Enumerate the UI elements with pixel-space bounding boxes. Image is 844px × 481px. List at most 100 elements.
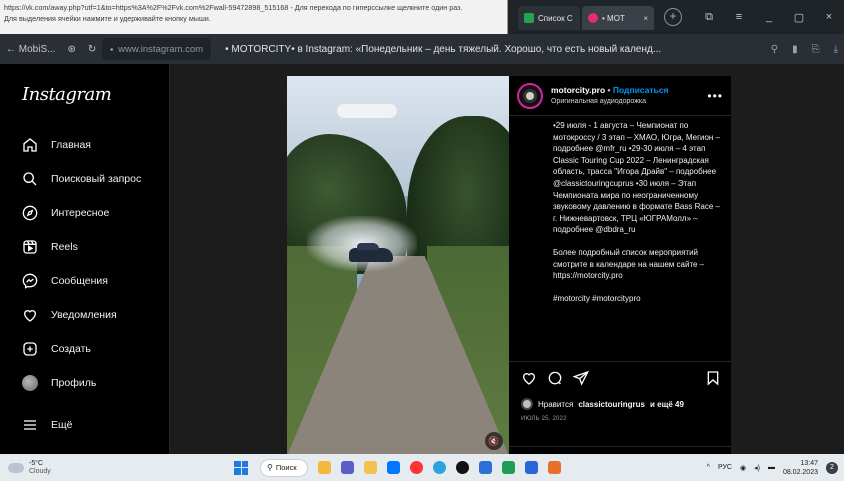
settings-icon[interactable]: ⊛ (61, 44, 81, 55)
photos-icon[interactable] (548, 461, 561, 474)
menu-icon[interactable]: ≡ (724, 11, 754, 23)
search-icon (23, 172, 37, 186)
author-username[interactable]: motorcity.pro (551, 85, 605, 95)
maximize-button[interactable]: ▢ (784, 11, 814, 24)
weather-text: -5°C Cloudy (29, 460, 51, 476)
post-panel: motorcity.pro • Подписаться Оригинальная… (509, 76, 731, 454)
back-button[interactable]: ← MobiS... (0, 44, 61, 55)
share-icon[interactable] (573, 370, 589, 386)
sidebar-item-label: Reels (51, 241, 78, 253)
vk-icon[interactable] (387, 461, 400, 474)
file-explorer-icon[interactable] (318, 461, 331, 474)
teams-icon[interactable] (341, 461, 354, 474)
tab-close-icon[interactable]: × (643, 14, 648, 23)
wifi-icon[interactable]: ◉ (740, 464, 746, 472)
author-info: motorcity.pro • Подписаться Оригинальная… (551, 84, 668, 108)
system-tray: ^ РУС ◉ ◂) ▬ 13:47 08.02.2023 2 (707, 459, 844, 477)
folder-icon[interactable] (364, 461, 377, 474)
sidebar-item-label: Главная (51, 139, 91, 151)
author-avatar[interactable] (517, 82, 543, 109)
bookmark-icon[interactable] (705, 370, 721, 386)
likes-line: Нравится classictouringrus и ещё 49 (521, 398, 721, 410)
post-overlay: 🔇 motorcity.pro • Подписаться Оригинальн… (170, 64, 844, 454)
bookmark-flag-icon[interactable]: ▮ (792, 44, 798, 55)
tab-search-icon[interactable]: ⧉ (694, 11, 724, 24)
collections-icon[interactable]: ⎘ (812, 44, 820, 55)
hamburger-icon (24, 420, 36, 430)
messenger-icon (22, 273, 38, 289)
taskbar: -5°C Cloudy ⚲ Поиск ^ РУС ◉ ◂) ▬ 13:47 0 (0, 454, 844, 481)
sidebar-item-home[interactable]: Главная (22, 137, 91, 153)
notification-badge[interactable]: 2 (826, 461, 838, 474)
new-tab-button[interactable]: + (664, 8, 682, 26)
sidebar-item-label: Сообщения (51, 275, 108, 287)
minimize-button[interactable]: _ (754, 11, 784, 23)
instagram-icon (588, 13, 598, 23)
post-date: ИЮЛЬ 25, 2022 (521, 416, 567, 422)
weather-widget[interactable]: -5°C Cloudy (0, 460, 200, 476)
liker-avatar (521, 398, 533, 410)
word-icon[interactable] (525, 461, 538, 474)
tab-label: • МОТ (602, 13, 625, 23)
reload-icon[interactable]: ↻ (82, 44, 102, 55)
sidebar-item-label: Создать (51, 343, 91, 355)
cloud-icon (8, 462, 24, 473)
excel-icon[interactable] (502, 461, 515, 474)
clock[interactable]: 13:47 08.02.2023 (783, 459, 818, 477)
close-window-button[interactable]: × (814, 11, 844, 23)
weather-temp: -5°C (29, 459, 44, 467)
key-icon[interactable]: ⚲ (771, 44, 778, 55)
likes-count[interactable]: и ещё 49 (650, 400, 684, 409)
url-field[interactable]: ▪ www.instagram.com (102, 38, 212, 60)
plus-square-icon (23, 342, 37, 356)
sidebar-item-label: Уведомления (51, 309, 117, 321)
sidebar-item-create[interactable]: Создать (22, 341, 91, 357)
sidebar-item-messages[interactable]: Сообщения (22, 273, 108, 289)
address-bar-actions: ⚲ ▮ ⎘ ⤓ (771, 44, 844, 55)
lock-icon: ▪ (110, 44, 114, 54)
post-header: motorcity.pro • Подписаться Оригинальная… (509, 76, 731, 116)
browser-titlebar: https://vk.com/away.php?utf=1&to=https%3… (0, 0, 844, 34)
language-indicator[interactable]: РУС (718, 464, 732, 471)
instagram-logo[interactable]: Instagram (22, 84, 112, 105)
likes-user[interactable]: classictouringrus (578, 400, 645, 409)
home-icon (23, 138, 37, 152)
tab-motorcity[interactable]: • МОТ × (582, 6, 654, 30)
sidebar-item-profile[interactable]: Профиль (22, 375, 96, 391)
tab-spisok[interactable]: Список С (518, 6, 580, 30)
tab-label: Список С (538, 13, 573, 23)
sidebar-item-notifications[interactable]: Уведомления (22, 307, 117, 323)
mute-button[interactable]: 🔇 (485, 432, 503, 450)
tray-chevron-icon[interactable]: ^ (707, 464, 710, 471)
yandex-icon[interactable] (410, 461, 423, 474)
sidebar-item-search[interactable]: Поисковый запрос (22, 171, 141, 187)
tooltip-line-1: https://vk.com/away.php?utf=1&to=https%3… (4, 3, 463, 12)
avatar (22, 375, 38, 391)
comment-icon[interactable] (547, 370, 563, 386)
telegram-icon[interactable] (433, 461, 446, 474)
sidebar-item-label: Интересное (51, 207, 110, 219)
status-tooltip: https://vk.com/away.php?utf=1&to=https%3… (0, 0, 508, 34)
taskbar-search[interactable]: ⚲ Поиск (260, 458, 308, 477)
author-line: motorcity.pro • Подписаться (551, 84, 668, 96)
start-button[interactable] (234, 460, 248, 475)
defender-icon[interactable] (479, 461, 492, 474)
caption-paragraph: Более подробный список мероприятий смотр… (553, 247, 705, 281)
sidebar-item-reels[interactable]: Reels (22, 239, 78, 255)
follow-button[interactable]: Подписаться (613, 85, 669, 95)
sidebar-item-label: Ещё (51, 419, 73, 431)
more-options-icon[interactable]: ••• (707, 89, 723, 103)
tiktok-icon[interactable] (456, 461, 469, 474)
download-icon[interactable]: ⤓ (834, 44, 838, 55)
clock-date: 08.02.2023 (782, 468, 818, 476)
sidebar-item-explore[interactable]: Интересное (22, 205, 109, 221)
battery-icon[interactable]: ▬ (768, 464, 775, 471)
separator: • (605, 84, 613, 95)
like-heart-icon[interactable] (521, 370, 537, 386)
post-video[interactable]: 🔇 (287, 76, 509, 454)
audio-label[interactable]: Оригинальная аудиодорожка (551, 96, 668, 108)
volume-icon[interactable]: ◂) (754, 464, 760, 472)
sidebar-item-more[interactable]: Ещё (22, 417, 72, 433)
compass-icon (22, 205, 38, 221)
page-title: • MOTORCITY• в Instagram: «Понедельник –… (225, 43, 662, 55)
